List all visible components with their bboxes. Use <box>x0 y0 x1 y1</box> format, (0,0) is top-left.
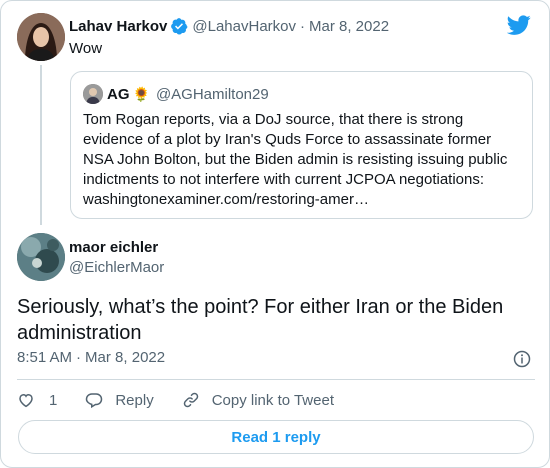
heart-icon <box>19 393 33 408</box>
tweet-timestamp[interactable]: 8:51 AM · Mar 8, 2022 <box>17 349 165 366</box>
verified-badge-icon <box>171 18 188 35</box>
parent-author-avatar[interactable] <box>17 13 65 61</box>
quoted-tweet-text: Tom Rogan reports, via a DoJ source, tha… <box>83 111 508 208</box>
actions-divider <box>17 379 535 380</box>
quoted-author-name: AG <box>107 85 130 103</box>
tweet-date: Mar 8, 2022 <box>85 349 166 366</box>
main-author-handle[interactable]: @EichlerMaor <box>69 259 164 276</box>
like-button[interactable]: 1 <box>17 391 57 409</box>
parent-tweet-header: Lahav Harkov @LahavHarkov · Mar 8, 2022 <box>69 17 389 35</box>
separator-dot: · <box>76 349 82 366</box>
main-author-avatar[interactable] <box>17 233 65 281</box>
separator-dot: · <box>300 17 305 35</box>
info-icon[interactable] <box>513 350 531 368</box>
read-replies-button[interactable]: Read 1 reply <box>18 420 534 454</box>
reply-button[interactable]: Reply <box>85 391 154 409</box>
parent-tweet-date[interactable]: Mar 8, 2022 <box>309 18 389 35</box>
twitter-logo-icon[interactable] <box>507 13 531 37</box>
reply-label: Reply <box>115 391 154 409</box>
copy-link-label: Copy link to Tweet <box>211 391 334 409</box>
quoted-author-avatar <box>83 84 103 104</box>
thread-connector-line <box>40 65 42 225</box>
sunflower-emoji: 🌻 <box>132 85 150 102</box>
quoted-tweet[interactable]: AG 🌻 @AGHamilton29 Tom Rogan reports, vi… <box>70 71 533 219</box>
reply-icon <box>86 393 103 409</box>
tweet-embed-card: Lahav Harkov @LahavHarkov · Mar 8, 2022 … <box>0 0 550 468</box>
quoted-author-handle: @AGHamilton29 <box>155 85 269 103</box>
copy-link-button[interactable]: Copy link to Tweet <box>182 391 334 409</box>
like-count: 1 <box>49 391 58 409</box>
main-tweet-text: Seriously, what’s the point? For either … <box>17 296 504 344</box>
parent-author-handle[interactable]: @LahavHarkov <box>192 18 296 35</box>
main-author-name[interactable]: maor eichler <box>69 239 158 256</box>
parent-tweet-text: Wow <box>69 40 103 57</box>
tweet-time: 8:51 AM <box>17 349 73 366</box>
tweet-actions-bar: 1 Reply Copy link to Tweet <box>17 389 362 411</box>
parent-author-name[interactable]: Lahav Harkov <box>69 18 167 35</box>
quoted-tweet-header: AG 🌻 @AGHamilton29 <box>83 84 269 104</box>
link-icon <box>183 392 198 408</box>
